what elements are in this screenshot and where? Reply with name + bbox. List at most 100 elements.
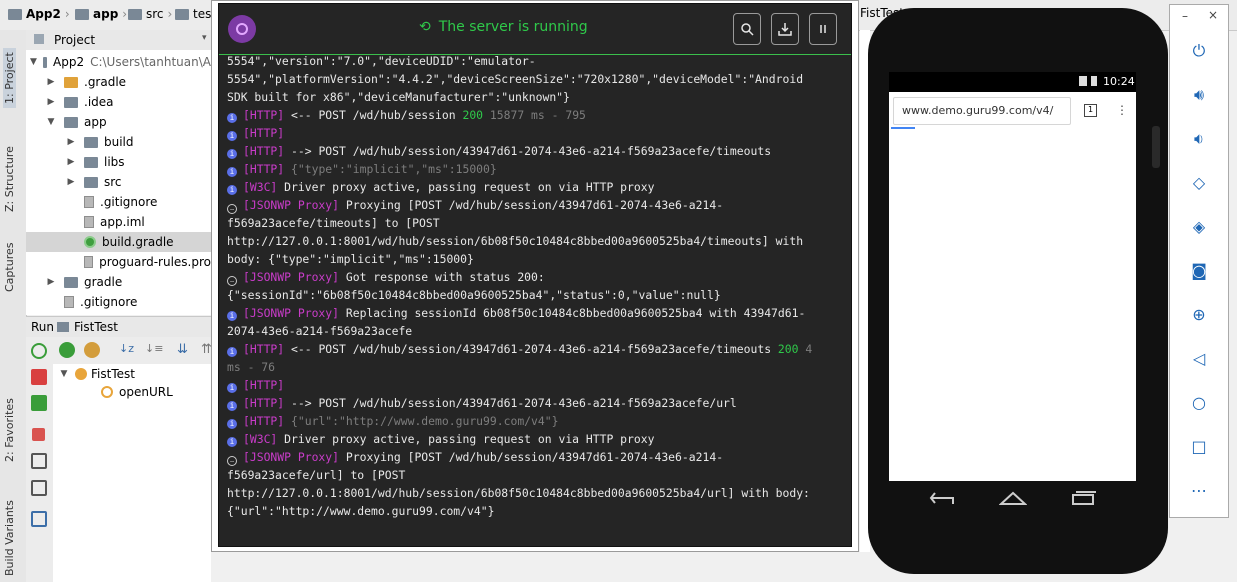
breadcrumb-label: App2 bbox=[26, 7, 61, 21]
sort-duration-icon[interactable]: ↓≡ bbox=[145, 342, 163, 358]
log-text: Proxying [POST /wd/hub/session/43947d61-… bbox=[339, 450, 724, 464]
chevron-right-icon: › bbox=[122, 7, 128, 21]
tree-item[interactable]: app.iml bbox=[26, 212, 211, 232]
file-icon bbox=[83, 256, 94, 268]
camera-icon[interactable]: ◙ bbox=[1188, 260, 1210, 282]
stop-icon[interactable] bbox=[32, 428, 45, 441]
more-icon[interactable]: ⋯ bbox=[1188, 480, 1210, 502]
clock: 10:24 bbox=[1103, 75, 1135, 88]
rotate-right-icon[interactable]: ◈ bbox=[1188, 216, 1210, 238]
export-icon[interactable] bbox=[31, 480, 47, 496]
tree-item-label: .gitignore bbox=[100, 195, 158, 209]
log-tag: [HTTP] bbox=[243, 144, 285, 158]
layout-icon[interactable] bbox=[31, 511, 47, 527]
device-screen[interactable] bbox=[889, 92, 1136, 481]
volume-up-icon[interactable]: 🔊︎ bbox=[1188, 84, 1210, 106]
search-button[interactable] bbox=[733, 13, 761, 45]
tab-count: 1 bbox=[1087, 105, 1094, 114]
zoom-icon[interactable]: ⊕ bbox=[1188, 304, 1210, 326]
project-view-icon bbox=[34, 34, 44, 44]
log-tag: [JSONWP Proxy] bbox=[243, 450, 340, 464]
log-tag: [HTTP] bbox=[243, 378, 285, 392]
log-tag: [JSONWP Proxy] bbox=[243, 306, 340, 320]
show-passed-icon[interactable] bbox=[59, 342, 75, 358]
tab-captures[interactable]: Captures bbox=[3, 243, 16, 292]
close-button[interactable]: × bbox=[1208, 8, 1218, 22]
minimize-button[interactable]: – bbox=[1182, 9, 1188, 23]
expand-all-icon[interactable]: ⇊ bbox=[177, 342, 193, 358]
rerun-failed-icon[interactable] bbox=[31, 369, 47, 385]
browser-menu-icon[interactable]: ⋮ bbox=[1116, 103, 1128, 117]
tree-item[interactable]: ▶ gradle bbox=[26, 272, 211, 292]
info-icon: i bbox=[227, 311, 237, 321]
log-line: SDK built for x86","deviceManufacturer":… bbox=[227, 88, 570, 106]
log-line: i [HTTP] <-- POST /wd/hub/session 200 158… bbox=[227, 106, 586, 124]
overview-icon[interactable]: □ bbox=[1188, 436, 1210, 458]
tab-structure[interactable]: Z: Structure bbox=[3, 146, 16, 212]
tab-build-variants[interactable]: Build Variants bbox=[3, 500, 16, 576]
info-icon: i bbox=[227, 347, 237, 357]
tree-item[interactable]: ▶ .gradle bbox=[26, 72, 211, 92]
recents-key-icon[interactable] bbox=[1069, 490, 1097, 506]
breadcrumb-src[interactable]: src › bbox=[128, 7, 172, 21]
tree-root-path: C:\Users\tanhtuan\A bbox=[90, 55, 211, 69]
log-line: i [HTTP] {"url":"http://www.demo.guru99.c… bbox=[227, 412, 558, 430]
log-text: 4 bbox=[798, 342, 813, 356]
tree-item[interactable]: ▶ src bbox=[26, 172, 211, 192]
download-logs-button[interactable] bbox=[771, 13, 799, 45]
tree-item[interactable]: ▶ build bbox=[26, 132, 211, 152]
home-key-icon[interactable] bbox=[999, 490, 1027, 506]
project-panel-title[interactable]: Project bbox=[54, 33, 95, 47]
log-line: 2074-43e6-a214-f569a23acefe bbox=[227, 322, 412, 340]
log-tag: [JSONWP Proxy] bbox=[243, 270, 340, 284]
tree-item[interactable]: proguard-rules.pro bbox=[26, 252, 211, 272]
rotate-left-icon[interactable]: ◇ bbox=[1188, 172, 1210, 194]
breadcrumb-project[interactable]: App2 › bbox=[8, 7, 70, 21]
test-class-row[interactable]: ▼ FistTest bbox=[53, 364, 211, 384]
volume-down-icon[interactable]: 🔉︎ bbox=[1188, 128, 1210, 150]
camera-icon[interactable] bbox=[31, 453, 47, 469]
folder-icon bbox=[84, 156, 98, 168]
tree-root-name: App2 bbox=[53, 55, 85, 69]
tree-item[interactable]: ▶ libs bbox=[26, 152, 211, 172]
back-icon[interactable]: ◁ bbox=[1188, 348, 1210, 370]
browser-url-field[interactable]: www.demo.guru99.com/v4/ bbox=[893, 97, 1071, 125]
log-text: <-- POST /wd/hub/session bbox=[284, 108, 463, 122]
tree-item[interactable]: ▶ .idea bbox=[26, 92, 211, 112]
log-line: i [HTTP] <-- POST /wd/hub/session/43947d6… bbox=[227, 340, 812, 358]
tree-item[interactable]: build.gradle bbox=[26, 232, 211, 252]
folder-icon bbox=[64, 76, 78, 88]
tree-item-label: app bbox=[84, 115, 107, 129]
tree-root[interactable]: ▼ App2 C:\Users\tanhtuan\A bbox=[26, 52, 211, 72]
tree-item[interactable]: ▼ app bbox=[26, 112, 211, 132]
file-icon bbox=[84, 196, 94, 208]
breadcrumb-test[interactable]: test bbox=[175, 7, 216, 21]
chevron-right-icon: › bbox=[167, 7, 173, 21]
tree-item[interactable]: .gitignore bbox=[26, 192, 211, 212]
home-icon[interactable]: ○ bbox=[1188, 392, 1210, 414]
chevron-down-icon[interactable]: ▾ bbox=[202, 33, 207, 43]
browser-tabs-button[interactable]: 1 bbox=[1084, 104, 1097, 117]
show-ignored-icon[interactable] bbox=[84, 342, 100, 358]
power-icon[interactable]: ⏻ bbox=[1188, 40, 1210, 62]
back-key-icon[interactable] bbox=[929, 490, 957, 506]
run-config-tab[interactable]: FistTest bbox=[74, 320, 118, 334]
tab-favorites[interactable]: 2: Favorites bbox=[3, 398, 16, 462]
log-line: body: {"type":"implicit","ms":15000} bbox=[227, 250, 474, 268]
tree-item[interactable]: .gitignore bbox=[26, 292, 211, 312]
info-icon: i bbox=[227, 185, 237, 195]
tab-project[interactable]: 1: Project bbox=[3, 48, 16, 108]
sort-alpha-icon[interactable]: ↓z bbox=[119, 342, 135, 358]
folder-icon bbox=[64, 96, 78, 108]
side-button bbox=[1152, 126, 1160, 168]
log-text: Driver proxy active, passing request on … bbox=[277, 180, 655, 194]
log-text: {"url":"http://www.demo.guru99.com/v4"} bbox=[284, 414, 559, 428]
tree-item-label: .gradle bbox=[84, 75, 127, 89]
rerun-icon[interactable] bbox=[31, 343, 47, 359]
pause-button[interactable] bbox=[809, 13, 837, 45]
test-method-row[interactable]: openURL bbox=[53, 382, 211, 402]
log-text: {"sessionId":"6b08f50c10484c8bbed00a9600… bbox=[227, 288, 721, 302]
breadcrumb-app[interactable]: app › bbox=[75, 7, 127, 21]
test-class-label: FistTest bbox=[91, 367, 135, 381]
toggle-autotest-icon[interactable] bbox=[31, 395, 47, 411]
